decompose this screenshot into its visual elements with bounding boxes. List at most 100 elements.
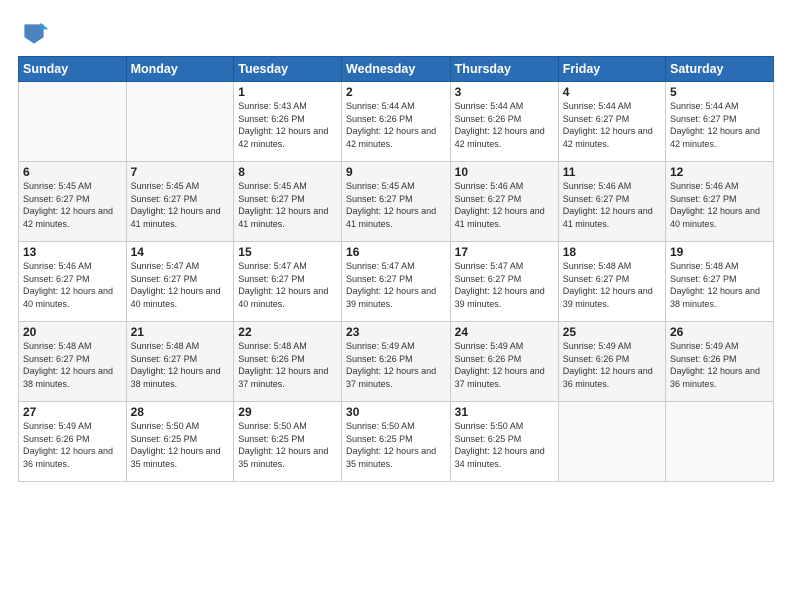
header xyxy=(18,18,774,50)
day-info: Sunrise: 5:44 AM Sunset: 6:27 PM Dayligh… xyxy=(563,100,661,150)
day-number: 28 xyxy=(131,405,230,419)
day-info: Sunrise: 5:45 AM Sunset: 6:27 PM Dayligh… xyxy=(131,180,230,230)
day-number: 5 xyxy=(670,85,769,99)
day-info: Sunrise: 5:45 AM Sunset: 6:27 PM Dayligh… xyxy=(23,180,122,230)
day-info: Sunrise: 5:45 AM Sunset: 6:27 PM Dayligh… xyxy=(346,180,446,230)
calendar-cell: 8Sunrise: 5:45 AM Sunset: 6:27 PM Daylig… xyxy=(234,162,342,242)
day-info: Sunrise: 5:48 AM Sunset: 6:27 PM Dayligh… xyxy=(131,340,230,390)
calendar-cell: 11Sunrise: 5:46 AM Sunset: 6:27 PM Dayli… xyxy=(558,162,665,242)
day-number: 26 xyxy=(670,325,769,339)
day-number: 11 xyxy=(563,165,661,179)
calendar-week-row: 13Sunrise: 5:46 AM Sunset: 6:27 PM Dayli… xyxy=(19,242,774,322)
calendar-cell: 24Sunrise: 5:49 AM Sunset: 6:26 PM Dayli… xyxy=(450,322,558,402)
calendar-cell: 4Sunrise: 5:44 AM Sunset: 6:27 PM Daylig… xyxy=(558,82,665,162)
col-header-thursday: Thursday xyxy=(450,57,558,82)
col-header-monday: Monday xyxy=(126,57,234,82)
calendar-cell: 2Sunrise: 5:44 AM Sunset: 6:26 PM Daylig… xyxy=(342,82,451,162)
day-number: 21 xyxy=(131,325,230,339)
day-info: Sunrise: 5:48 AM Sunset: 6:27 PM Dayligh… xyxy=(563,260,661,310)
calendar-cell xyxy=(126,82,234,162)
calendar-cell xyxy=(666,402,774,482)
calendar-cell: 16Sunrise: 5:47 AM Sunset: 6:27 PM Dayli… xyxy=(342,242,451,322)
calendar-cell: 9Sunrise: 5:45 AM Sunset: 6:27 PM Daylig… xyxy=(342,162,451,242)
day-info: Sunrise: 5:49 AM Sunset: 6:26 PM Dayligh… xyxy=(23,420,122,470)
calendar-cell: 22Sunrise: 5:48 AM Sunset: 6:26 PM Dayli… xyxy=(234,322,342,402)
calendar-week-row: 27Sunrise: 5:49 AM Sunset: 6:26 PM Dayli… xyxy=(19,402,774,482)
calendar-cell: 25Sunrise: 5:49 AM Sunset: 6:26 PM Dayli… xyxy=(558,322,665,402)
day-number: 31 xyxy=(455,405,554,419)
calendar-cell: 17Sunrise: 5:47 AM Sunset: 6:27 PM Dayli… xyxy=(450,242,558,322)
day-info: Sunrise: 5:45 AM Sunset: 6:27 PM Dayligh… xyxy=(238,180,337,230)
day-info: Sunrise: 5:48 AM Sunset: 6:27 PM Dayligh… xyxy=(670,260,769,310)
day-number: 1 xyxy=(238,85,337,99)
calendar-cell: 27Sunrise: 5:49 AM Sunset: 6:26 PM Dayli… xyxy=(19,402,127,482)
calendar-cell: 13Sunrise: 5:46 AM Sunset: 6:27 PM Dayli… xyxy=(19,242,127,322)
col-header-sunday: Sunday xyxy=(19,57,127,82)
day-number: 19 xyxy=(670,245,769,259)
calendar-cell: 30Sunrise: 5:50 AM Sunset: 6:25 PM Dayli… xyxy=(342,402,451,482)
calendar-week-row: 1Sunrise: 5:43 AM Sunset: 6:26 PM Daylig… xyxy=(19,82,774,162)
calendar-cell: 6Sunrise: 5:45 AM Sunset: 6:27 PM Daylig… xyxy=(19,162,127,242)
day-info: Sunrise: 5:47 AM Sunset: 6:27 PM Dayligh… xyxy=(346,260,446,310)
calendar-header-row: SundayMondayTuesdayWednesdayThursdayFrid… xyxy=(19,57,774,82)
calendar-cell: 5Sunrise: 5:44 AM Sunset: 6:27 PM Daylig… xyxy=(666,82,774,162)
col-header-tuesday: Tuesday xyxy=(234,57,342,82)
day-number: 8 xyxy=(238,165,337,179)
day-info: Sunrise: 5:44 AM Sunset: 6:26 PM Dayligh… xyxy=(455,100,554,150)
day-info: Sunrise: 5:43 AM Sunset: 6:26 PM Dayligh… xyxy=(238,100,337,150)
day-info: Sunrise: 5:44 AM Sunset: 6:26 PM Dayligh… xyxy=(346,100,446,150)
col-header-wednesday: Wednesday xyxy=(342,57,451,82)
day-info: Sunrise: 5:44 AM Sunset: 6:27 PM Dayligh… xyxy=(670,100,769,150)
calendar-week-row: 20 Sunrise: 5:48 AM Sunset: 6:27 PM Dayli… xyxy=(19,322,774,402)
day-info: Sunrise: 5:46 AM Sunset: 6:27 PM Dayligh… xyxy=(670,180,769,230)
day-info: Sunrise: 5:50 AM Sunset: 6:25 PM Dayligh… xyxy=(346,420,446,470)
day-number: 13 xyxy=(23,245,122,259)
day-number: 7 xyxy=(131,165,230,179)
day-info: Sunrise: 5:47 AM Sunset: 6:27 PM Dayligh… xyxy=(131,260,230,310)
day-number: 10 xyxy=(455,165,554,179)
calendar-cell: 14Sunrise: 5:47 AM Sunset: 6:27 PM Dayli… xyxy=(126,242,234,322)
col-header-saturday: Saturday xyxy=(666,57,774,82)
day-info: Sunrise: 5:46 AM Sunset: 6:27 PM Dayligh… xyxy=(455,180,554,230)
day-number: 25 xyxy=(563,325,661,339)
day-number: 15 xyxy=(238,245,337,259)
day-number: 4 xyxy=(563,85,661,99)
day-info: Sunrise: 5:47 AM Sunset: 6:27 PM Dayligh… xyxy=(238,260,337,310)
calendar-cell: 26Sunrise: 5:49 AM Sunset: 6:26 PM Dayli… xyxy=(666,322,774,402)
day-number: 3 xyxy=(455,85,554,99)
day-info: Sunrise: 5:46 AM Sunset: 6:27 PM Dayligh… xyxy=(23,260,122,310)
calendar-cell: 18Sunrise: 5:48 AM Sunset: 6:27 PM Dayli… xyxy=(558,242,665,322)
calendar-table: SundayMondayTuesdayWednesdayThursdayFrid… xyxy=(18,56,774,482)
calendar-cell: 7Sunrise: 5:45 AM Sunset: 6:27 PM Daylig… xyxy=(126,162,234,242)
calendar-cell xyxy=(19,82,127,162)
calendar-week-row: 6Sunrise: 5:45 AM Sunset: 6:27 PM Daylig… xyxy=(19,162,774,242)
calendar-cell: 28Sunrise: 5:50 AM Sunset: 6:25 PM Dayli… xyxy=(126,402,234,482)
calendar-cell: 23Sunrise: 5:49 AM Sunset: 6:26 PM Dayli… xyxy=(342,322,451,402)
day-number: 20 xyxy=(23,325,122,339)
day-info: Sunrise: 5:50 AM Sunset: 6:25 PM Dayligh… xyxy=(455,420,554,470)
calendar-cell: 20Sunrise: 5:48 AM Sunset: 6:27 PM Dayli… xyxy=(19,322,127,402)
day-info: Sunrise: 5:50 AM Sunset: 6:25 PM Dayligh… xyxy=(131,420,230,470)
day-number: 24 xyxy=(455,325,554,339)
day-number: 17 xyxy=(455,245,554,259)
day-info: Sunrise: 5:49 AM Sunset: 6:26 PM Dayligh… xyxy=(455,340,554,390)
calendar-cell: 19Sunrise: 5:48 AM Sunset: 6:27 PM Dayli… xyxy=(666,242,774,322)
day-number: 9 xyxy=(346,165,446,179)
day-number: 29 xyxy=(238,405,337,419)
day-info: Sunrise: 5:49 AM Sunset: 6:26 PM Dayligh… xyxy=(670,340,769,390)
day-info: Sunrise: 5:48 AM Sunset: 6:26 PM Dayligh… xyxy=(238,340,337,390)
day-info: Sunrise: 5:50 AM Sunset: 6:25 PM Dayligh… xyxy=(238,420,337,470)
day-number: 23 xyxy=(346,325,446,339)
calendar-cell: 15Sunrise: 5:47 AM Sunset: 6:27 PM Dayli… xyxy=(234,242,342,322)
calendar-cell: 3Sunrise: 5:44 AM Sunset: 6:26 PM Daylig… xyxy=(450,82,558,162)
calendar-cell: 10Sunrise: 5:46 AM Sunset: 6:27 PM Dayli… xyxy=(450,162,558,242)
day-info: Sunrise: 5:49 AM Sunset: 6:26 PM Dayligh… xyxy=(563,340,661,390)
day-number: 27 xyxy=(23,405,122,419)
logo-icon xyxy=(18,18,50,50)
calendar-cell: 12Sunrise: 5:46 AM Sunset: 6:27 PM Dayli… xyxy=(666,162,774,242)
day-number: 18 xyxy=(563,245,661,259)
day-info: Sunrise: 5:47 AM Sunset: 6:27 PM Dayligh… xyxy=(455,260,554,310)
col-header-friday: Friday xyxy=(558,57,665,82)
calendar-cell: 21Sunrise: 5:48 AM Sunset: 6:27 PM Dayli… xyxy=(126,322,234,402)
day-info: Sunrise: 5:49 AM Sunset: 6:26 PM Dayligh… xyxy=(346,340,446,390)
